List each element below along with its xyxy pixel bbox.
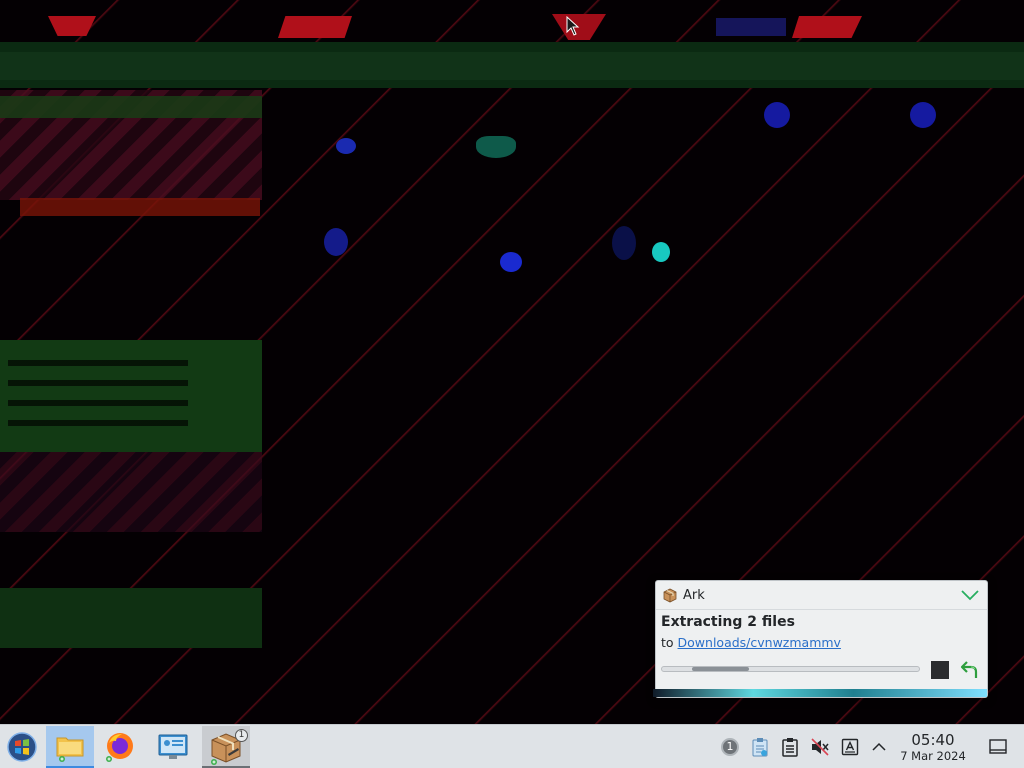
system-info-icon: [158, 734, 188, 759]
glitch-artifact: [336, 138, 356, 154]
taskbar-file-manager[interactable]: [46, 726, 94, 768]
notification-app-name: Ark: [683, 587, 705, 603]
expand-tray-icon: [872, 742, 886, 751]
chevron-down-icon: [961, 590, 979, 601]
ark-package-icon: [663, 588, 677, 603]
screen: Ark Extracting 2 files to Downloads/cvnw…: [0, 0, 1024, 768]
glitch-artifact: [764, 102, 790, 128]
file-manager-icon: [56, 737, 84, 762]
stop-button[interactable]: [931, 661, 949, 679]
taskbar-system-info[interactable]: [146, 726, 200, 768]
taskbar-ark[interactable]: 1: [202, 726, 250, 768]
collapse-button[interactable]: [959, 586, 981, 604]
tray-expand-button[interactable]: [868, 736, 890, 758]
destination-link[interactable]: Downloads/cvnwzmammv: [678, 635, 841, 650]
tray-input-method[interactable]: [839, 736, 861, 758]
glitch-artifact: [0, 588, 262, 648]
glitch-artifact: [324, 228, 348, 256]
notifications-icon: 1: [721, 738, 739, 756]
mouse-cursor-icon: [566, 16, 580, 36]
ark-job-badge: 1: [235, 729, 248, 742]
taskbar-firefox[interactable]: [96, 726, 144, 768]
tray-volume[interactable]: [809, 736, 831, 758]
firefox-icon: [106, 733, 133, 762]
tray-clipboard[interactable]: [779, 736, 801, 758]
volume-muted-icon: [811, 738, 829, 756]
ark-notification-popup: Ark Extracting 2 files to Downloads/cvnw…: [653, 580, 988, 698]
digital-clock[interactable]: 05:40 7 Mar 2024: [896, 731, 970, 763]
glitch-artifact: [20, 198, 260, 216]
start-menu-button[interactable]: [0, 726, 44, 768]
clock-time: 05:40: [911, 731, 955, 749]
glitch-artifact: [278, 16, 352, 38]
destination-prefix: to: [661, 635, 678, 650]
tray-clipboard-app[interactable]: [749, 736, 771, 758]
clipboard-icon: [782, 738, 798, 757]
notification-timeout-bar: [653, 689, 987, 697]
glitch-artifact: [652, 242, 670, 262]
glitch-artifact: [716, 18, 786, 36]
glitch-artifact: [0, 52, 1024, 80]
glitch-artifact: [8, 360, 188, 440]
glitch-artifact: [0, 96, 262, 118]
input-method-icon: [841, 738, 859, 756]
show-desktop-icon: [989, 739, 1007, 754]
notification-header: Ark: [656, 581, 987, 610]
notification-destination: to Downloads/cvnwzmammv: [661, 635, 841, 650]
tray-notifications[interactable]: 1: [719, 736, 741, 758]
glitch-artifact: [48, 16, 96, 36]
glitch-artifact: [612, 226, 636, 260]
glitch-artifact: [500, 252, 522, 272]
glitch-artifact: [792, 16, 862, 38]
undo-arrow-icon[interactable]: [959, 658, 981, 680]
glitch-artifact: [476, 136, 516, 158]
notification-title: Extracting 2 files: [661, 614, 795, 630]
glitch-artifact: [0, 452, 262, 532]
clock-date: 7 Mar 2024: [900, 749, 966, 763]
show-desktop-button[interactable]: [986, 736, 1010, 758]
clipboard-app-icon: [752, 738, 768, 757]
taskbar: 1 1 05:40 7 Mar 2024: [0, 724, 1024, 768]
extraction-progress-bar: [661, 666, 920, 672]
kde-start-icon: [7, 732, 37, 762]
glitch-artifact: [910, 102, 936, 128]
progress-fill: [692, 667, 749, 671]
